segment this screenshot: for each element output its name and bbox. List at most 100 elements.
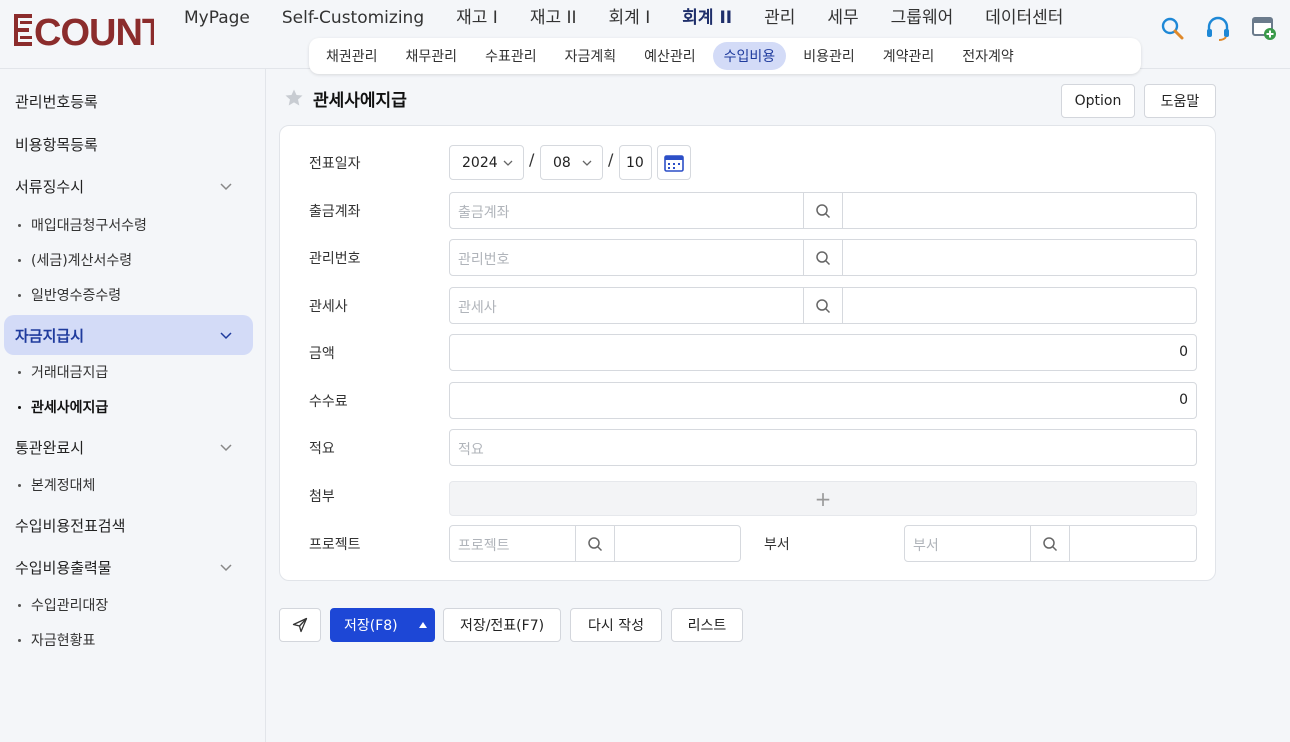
year-select[interactable]: 2024 <box>449 145 524 180</box>
nav-groupware[interactable]: 그룹웨어 <box>875 6 970 32</box>
subnav-contracts[interactable]: 계약관리 <box>872 42 946 70</box>
nav-data-center[interactable]: 데이터센터 <box>969 6 1079 32</box>
save-slip-button[interactable]: 저장/전표(F7) <box>443 608 561 642</box>
sidebar-item-mgmt-no-register[interactable]: 관리번호등록 <box>4 81 253 121</box>
sidebar-item-fund-payment[interactable]: 자금지급시 <box>4 315 253 355</box>
sidebar-sub-fund-status[interactable]: 자금현황표 <box>18 625 95 655</box>
account-name-field[interactable] <box>843 193 1196 228</box>
sidebar-item-customs-complete[interactable]: 통관완료시 <box>4 427 253 467</box>
day-value: 10 <box>626 154 644 171</box>
sidebar-item-document-collection[interactable]: 서류징수시 <box>4 166 253 206</box>
rewrite-button[interactable]: 다시 작성 <box>570 608 662 642</box>
nav-accounting-1[interactable]: 회계 I <box>593 6 667 32</box>
broker-search-button[interactable] <box>803 288 843 323</box>
search-icon <box>588 536 603 551</box>
mgmt-no-placeholder: 관리번호 <box>458 252 510 268</box>
nav-mypage[interactable]: MyPage <box>168 6 266 32</box>
sidebar-sub-broker-payment[interactable]: 관세사에지급 <box>18 392 108 422</box>
save-label: 저장(F8) <box>344 618 398 634</box>
month-select[interactable]: 08 <box>540 145 603 180</box>
subnav-expenses[interactable]: 비용관리 <box>792 42 866 70</box>
sidebar-item-label: 관리번호등록 <box>15 92 98 111</box>
mgmt-no-search-button[interactable] <box>803 240 843 275</box>
broker-name-field[interactable] <box>843 288 1196 323</box>
headset-icon[interactable] <box>1204 14 1232 42</box>
subnav-receivables[interactable]: 채권관리 <box>315 42 389 70</box>
nav-accounting-2[interactable]: 회계 II <box>666 6 748 32</box>
sidebar-item-label: 자금지급시 <box>15 326 85 345</box>
subnav-budget[interactable]: 예산관리 <box>633 42 707 70</box>
sidebar-item-label: (세금)계산서수령 <box>31 253 133 269</box>
sidebar-item-voucher-search[interactable]: 수입비용전표검색 <box>4 505 253 545</box>
sidebar-item-label: 관세사에지급 <box>31 400 109 416</box>
memo-input[interactable]: 적요 <box>449 429 1197 466</box>
subnav-e-contract[interactable]: 전자계약 <box>951 42 1025 70</box>
sidebar-item-label: 거래대금지급 <box>31 365 109 381</box>
list-button[interactable]: 리스트 <box>671 608 743 642</box>
subnav-checks[interactable]: 수표관리 <box>474 42 548 70</box>
caret-up-icon[interactable] <box>418 621 428 629</box>
sidebar-sub-receipt[interactable]: 일반영수증수령 <box>18 280 121 310</box>
option-button[interactable]: Option <box>1061 84 1135 118</box>
sidebar-item-label: 본계정대체 <box>31 478 96 494</box>
broker-input[interactable]: 관세사 <box>450 288 803 323</box>
sidebar-sub-purchase-invoice[interactable]: 매입대금청구서수령 <box>18 210 147 240</box>
subnav-payables[interactable]: 채무관리 <box>395 42 469 70</box>
nav-inventory-2[interactable]: 재고 II <box>514 6 593 32</box>
project-name-field[interactable] <box>615 526 740 561</box>
sidebar-sub-account-transfer[interactable]: 본계정대체 <box>18 470 95 500</box>
ecount-logo[interactable]: COUNT <box>14 10 154 50</box>
account-lookup: 출금계좌 <box>449 192 1197 229</box>
search-icon[interactable] <box>1158 14 1186 42</box>
amount-input[interactable]: 0 <box>449 334 1197 371</box>
save-button[interactable]: 저장(F8) <box>330 608 435 642</box>
nav-tax[interactable]: 세무 <box>811 6 874 32</box>
memo-placeholder: 적요 <box>458 442 484 458</box>
chevron-down-icon <box>220 444 232 452</box>
project-input[interactable]: 프로젝트 <box>450 526 575 561</box>
subnav-fund-plan[interactable]: 자금계획 <box>554 42 628 70</box>
account-search-button[interactable] <box>803 193 843 228</box>
day-input[interactable]: 10 <box>619 145 652 180</box>
favorite-star-icon[interactable] <box>284 88 304 108</box>
sidebar-item-label: 수입관리대장 <box>31 598 109 614</box>
account-placeholder: 출금계좌 <box>458 205 510 221</box>
nav-inventory-1[interactable]: 재고 I <box>440 6 514 32</box>
search-icon <box>816 298 831 313</box>
help-button[interactable]: 도움말 <box>1144 84 1216 118</box>
month-value: 08 <box>553 154 571 171</box>
search-icon <box>816 250 831 265</box>
fee-input[interactable]: 0 <box>449 382 1197 419</box>
sidebar-sub-trade-payment[interactable]: 거래대금지급 <box>18 357 108 387</box>
subnav-import-costs[interactable]: 수입비용 <box>712 42 787 70</box>
sidebar-sub-tax-invoice[interactable]: (세금)계산서수령 <box>18 245 132 275</box>
mgmt-no-lookup: 관리번호 <box>449 239 1197 276</box>
calendar-button[interactable] <box>657 145 691 180</box>
fee-label: 수수료 <box>309 394 348 410</box>
sidebar-item-label: 수입비용전표검색 <box>15 516 126 535</box>
dept-input[interactable]: 부서 <box>905 526 1030 561</box>
project-placeholder: 프로젝트 <box>458 538 510 554</box>
add-window-icon[interactable] <box>1250 14 1278 42</box>
mgmt-no-input[interactable]: 관리번호 <box>450 240 803 275</box>
attach-add-button[interactable]: + <box>449 481 1197 516</box>
fee-value: 0 <box>1179 392 1188 408</box>
nav-management[interactable]: 관리 <box>748 6 811 32</box>
svg-text:COUNT: COUNT <box>34 12 154 48</box>
send-button[interactable] <box>279 608 321 642</box>
sidebar-item-printouts[interactable]: 수입비용출력물 <box>4 547 253 587</box>
sidebar-sub-import-ledger[interactable]: 수입관리대장 <box>18 590 108 620</box>
mgmt-no-label: 관리번호 <box>309 251 361 267</box>
project-search-button[interactable] <box>575 526 615 561</box>
sidebar-item-label: 자금현황표 <box>31 633 96 649</box>
nav-self-customizing[interactable]: Self-Customizing <box>266 6 440 32</box>
sidebar-item-label: 일반영수증수령 <box>31 288 122 304</box>
project-label: 프로젝트 <box>309 537 361 553</box>
dept-search-button[interactable] <box>1030 526 1070 561</box>
date-separator: / <box>529 150 535 169</box>
chevron-down-icon <box>220 183 232 191</box>
mgmt-no-name-field[interactable] <box>843 240 1196 275</box>
dept-name-field[interactable] <box>1070 526 1196 561</box>
sidebar-item-cost-item-register[interactable]: 비용항목등록 <box>4 124 253 164</box>
account-input[interactable]: 출금계좌 <box>450 193 803 228</box>
